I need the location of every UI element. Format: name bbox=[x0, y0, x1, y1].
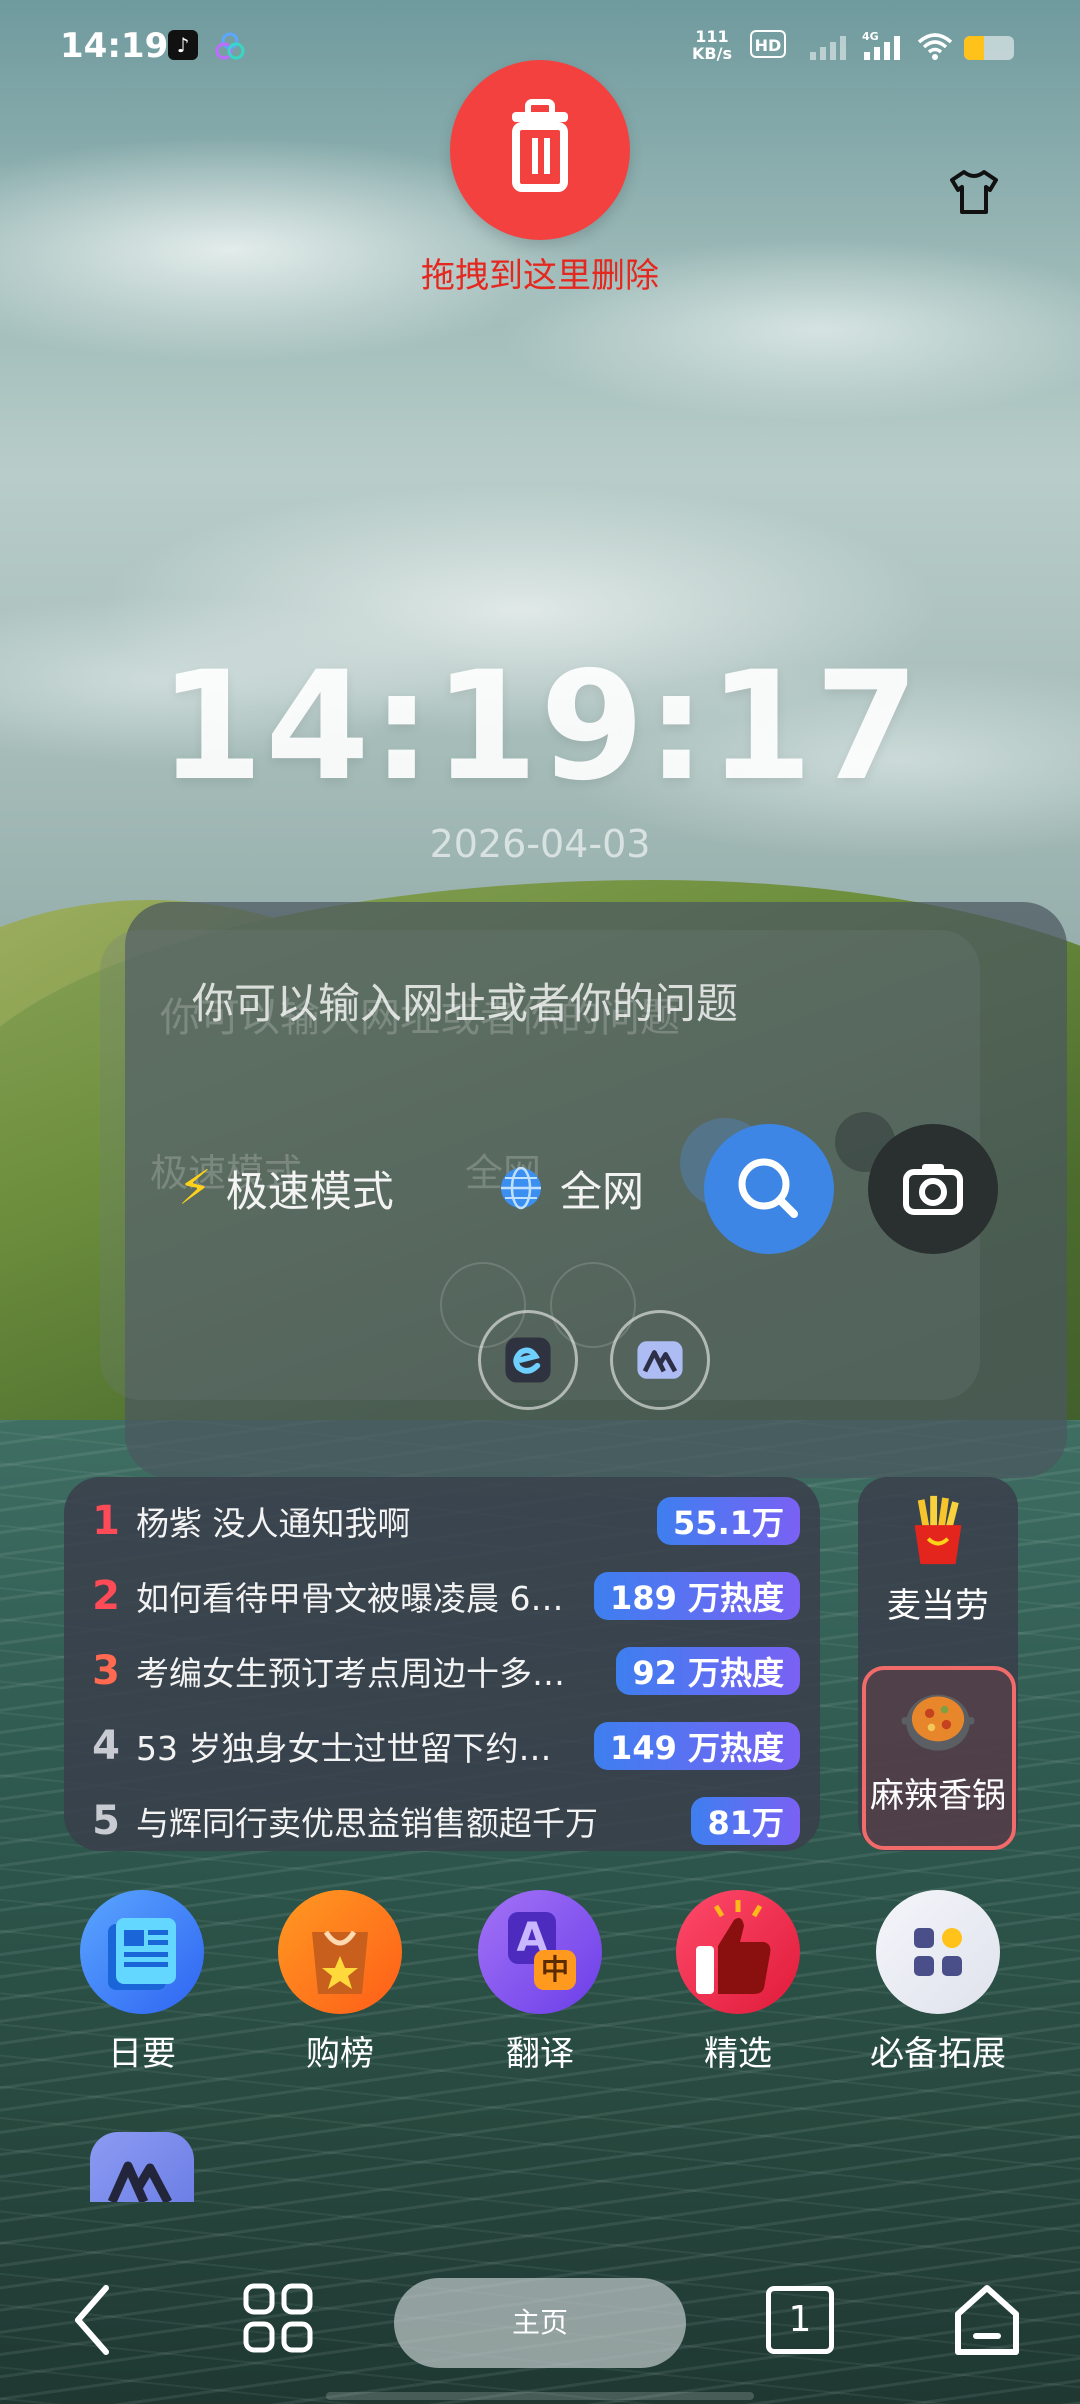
mcdonalds-label: 麦当劳 bbox=[887, 1586, 989, 1626]
hot-list-item[interactable]: 4 53 岁独身女士过世留下约… 149 万热度 bbox=[64, 1708, 820, 1783]
wifi-icon bbox=[917, 33, 953, 60]
search-button[interactable] bbox=[704, 1124, 834, 1254]
tiktok-notification-icon: ♪ bbox=[168, 30, 198, 60]
hot-title: 53 岁独身女士过世留下约… bbox=[136, 1728, 552, 1768]
lightning-icon: ⚡ bbox=[178, 1160, 212, 1216]
hot-rank: 5 bbox=[92, 1797, 120, 1844]
speed-mode-toggle[interactable]: ⚡ 极速模式 bbox=[178, 1160, 394, 1216]
trash-icon bbox=[512, 99, 568, 192]
hot-rank: 2 bbox=[92, 1572, 120, 1619]
hot-title: 如何看待甲骨文被曝凌晨 6… bbox=[136, 1578, 564, 1618]
hot-title: 杨紫 没人通知我啊 bbox=[136, 1503, 411, 1543]
svg-text:4G: 4G bbox=[862, 30, 879, 43]
heat-badge: 55.1万 bbox=[657, 1496, 800, 1545]
app-label: 翻译 bbox=[506, 2034, 574, 2074]
camera-icon bbox=[903, 1164, 963, 1215]
delete-hint: 拖拽到这里删除 bbox=[421, 256, 659, 296]
search-input[interactable]: 你可以输入网址或者你的问题 bbox=[192, 970, 738, 1031]
theme-shirt-icon[interactable] bbox=[948, 168, 1000, 216]
tabs-button[interactable]: 1 bbox=[766, 2286, 834, 2354]
gesture-bar bbox=[326, 2392, 754, 2400]
mcdonalds-link[interactable]: 麦当劳 bbox=[858, 1490, 1018, 1627]
back-icon[interactable] bbox=[66, 2280, 118, 2360]
thumbs-up-icon bbox=[676, 1890, 800, 2014]
home-icon[interactable] bbox=[950, 2280, 1024, 2360]
heat-badge: 189 万热度 bbox=[594, 1571, 800, 1620]
signal-4g-icon: 4G bbox=[862, 30, 900, 60]
hot-title: 与辉同行卖优思益销售额超千万 bbox=[136, 1803, 598, 1843]
hot-rank: 4 bbox=[92, 1722, 120, 1769]
hotpot-icon bbox=[901, 1694, 975, 1751]
app-featured[interactable]: 精选 bbox=[668, 1890, 808, 2075]
hot-list-item[interactable]: 3 考编女生预订考点周边十多… 92 万热度 bbox=[64, 1633, 820, 1708]
net-speed: 111 KB/s bbox=[692, 27, 732, 63]
ai-shortcut-button[interactable] bbox=[610, 1310, 710, 1410]
speed-mode-label: 极速模式 bbox=[225, 1166, 394, 1216]
app-label: 必备拓展 bbox=[870, 2034, 1006, 2074]
fries-icon bbox=[914, 1495, 962, 1565]
news-icon bbox=[80, 1890, 204, 2014]
app-daily-news[interactable]: 日要 bbox=[72, 1890, 212, 2075]
hot-rank: 1 bbox=[92, 1497, 120, 1544]
heat-badge: 92 万热度 bbox=[616, 1646, 800, 1695]
edge-icon bbox=[505, 1337, 551, 1383]
app-translate[interactable]: A 中 翻译 bbox=[470, 1890, 610, 2075]
hot-list-item[interactable]: 1 杨紫 没人通知我啊 55.1万 bbox=[64, 1483, 820, 1558]
home-button[interactable]: 主页 bbox=[394, 2278, 686, 2368]
hotpot-label: 麻辣香锅 bbox=[870, 1776, 1006, 1816]
app-notification-icon bbox=[215, 32, 245, 60]
hot-title: 考编女生预订考点周边十多… bbox=[136, 1653, 565, 1693]
status-time: 14:19 bbox=[60, 26, 169, 66]
search-scope-selector[interactable]: 全网 bbox=[498, 1160, 644, 1216]
camera-button[interactable] bbox=[868, 1124, 998, 1254]
app-label: 精选 bbox=[704, 2034, 772, 2074]
battery-icon bbox=[964, 36, 1014, 60]
heat-badge: 149 万热度 bbox=[594, 1721, 800, 1770]
hot-rank: 3 bbox=[92, 1647, 120, 1694]
signal-weak-icon bbox=[810, 36, 846, 60]
app-extensions[interactable]: 必备拓展 bbox=[868, 1890, 1008, 2075]
trending-list: 1 杨紫 没人通知我啊 55.1万 2 如何看待甲骨文被曝凌晨 6… 189 万热度 3 考编… bbox=[64, 1477, 820, 1851]
ai-mountain-icon bbox=[637, 1341, 683, 1379]
apps-grid-icon[interactable] bbox=[240, 2280, 316, 2356]
edge-shortcut-button[interactable] bbox=[478, 1310, 578, 1410]
clock-time: 14:19:17 bbox=[158, 640, 922, 814]
translate-icon: A 中 bbox=[478, 1890, 602, 2014]
app-shopping-rank[interactable]: 购榜 bbox=[270, 1890, 410, 2075]
hotpot-link[interactable]: 麻辣香锅 bbox=[858, 1676, 1018, 1817]
app-label: 日要 bbox=[108, 2034, 176, 2074]
heat-badge: 81万 bbox=[691, 1796, 800, 1845]
hot-list-item[interactable]: 2 如何看待甲骨文被曝凌晨 6… 189 万热度 bbox=[64, 1558, 820, 1633]
delete-drop-zone[interactable] bbox=[450, 60, 630, 240]
search-icon bbox=[738, 1158, 798, 1218]
hd-icon: HD bbox=[750, 30, 786, 58]
hot-list-item[interactable]: 5 与辉同行卖优思益销售额超千万 81万 bbox=[64, 1783, 820, 1851]
search-scope-label: 全网 bbox=[560, 1166, 645, 1216]
globe-icon bbox=[501, 1166, 541, 1210]
shopping-bag-icon bbox=[278, 1890, 402, 2014]
clock-date: 2026-04-03 bbox=[429, 822, 651, 866]
app-label: 购榜 bbox=[306, 2034, 374, 2074]
extensions-icon bbox=[876, 1890, 1000, 2014]
ai-mountain-app-icon[interactable] bbox=[90, 2132, 194, 2202]
